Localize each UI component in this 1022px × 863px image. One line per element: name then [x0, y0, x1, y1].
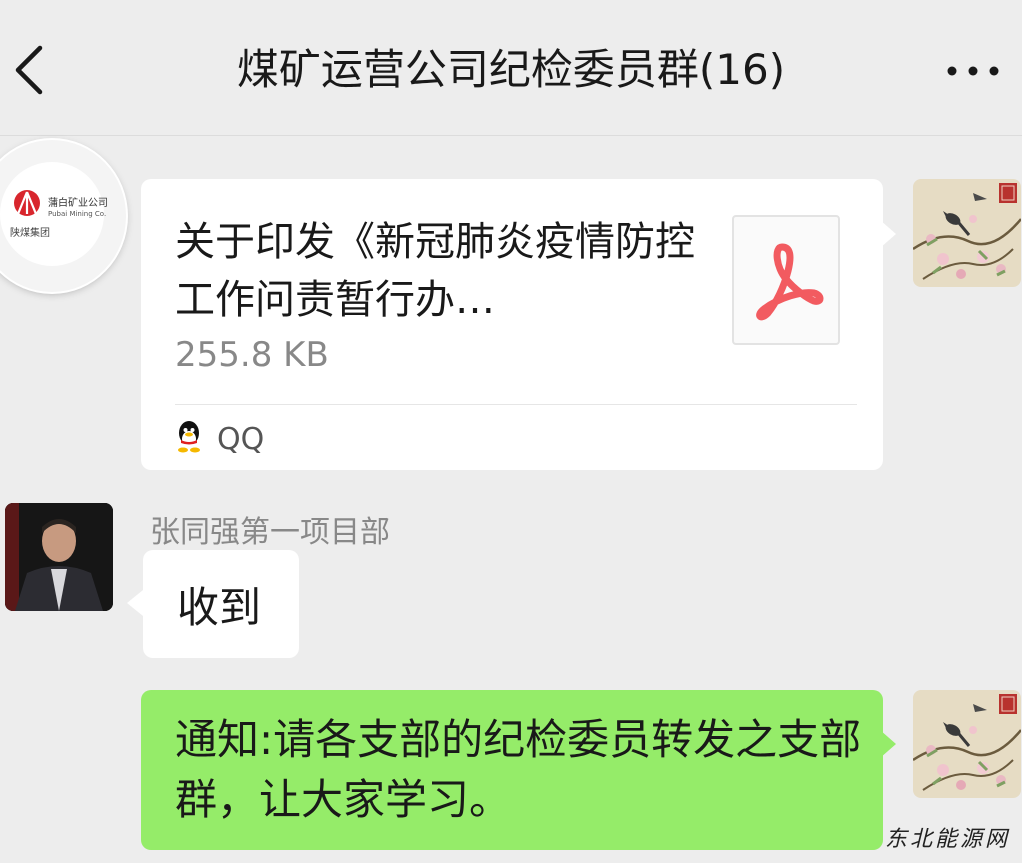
more-dots-icon — [947, 66, 999, 76]
more-button[interactable] — [942, 46, 1004, 96]
sender-name: 张同强第一项目部 — [150, 515, 390, 550]
message-text: 通知:请各支部的纪检委员转发之支部群，让大家学习。 — [175, 715, 862, 824]
self-avatar[interactable] — [913, 179, 1021, 287]
message-text: 收到 — [177, 583, 262, 632]
chat-title: 煤矿运营公司纪检委员群(16) — [236, 45, 786, 94]
company-logo-icon — [14, 190, 40, 216]
bubble-tail — [880, 220, 896, 248]
logo-name-cn: 蒲白矿业公司 — [48, 198, 108, 209]
file-size: 255.8 KB — [175, 335, 329, 375]
logo-name-en: Pubai Mining Co. — [48, 210, 107, 218]
sender-avatar[interactable] — [5, 503, 113, 611]
company-logo-avatar[interactable]: 陕煤集团 蒲白矿业公司 Pubai Mining Co. — [0, 140, 126, 292]
card-divider — [175, 404, 857, 405]
source-app-label: QQ — [217, 422, 265, 457]
bubble-tail — [880, 730, 896, 758]
bubble-tail — [127, 590, 143, 616]
self-avatar[interactable] — [913, 690, 1021, 798]
bird-painting-avatar-icon — [913, 179, 1021, 287]
sent-message-bubble[interactable]: 通知:请各支部的纪检委员转发之支部群，让大家学习。 — [141, 690, 883, 850]
file-message-card[interactable]: 关于印发《新冠肺炎疫情防控工作问责暂行办… 255.8 KB QQ — [141, 179, 883, 470]
received-message-bubble[interactable]: 收到 — [143, 550, 299, 658]
file-name: 关于印发《新冠肺炎疫情防控工作问责暂行办… — [175, 219, 695, 323]
file-thumbnail — [732, 215, 840, 345]
logo-group-text: 陕煤集团 — [10, 228, 50, 239]
pdf-icon — [756, 243, 824, 321]
logo-badge: 陕煤集团 蒲白矿业公司 Pubai Mining Co. — [0, 162, 108, 266]
top-bar: 煤矿运营公司纪检委员群(16) — [0, 0, 1022, 136]
watermark: 东北能源网 — [884, 827, 1010, 852]
person-photo-avatar-icon — [5, 503, 113, 611]
bird-painting-avatar-icon — [913, 690, 1021, 798]
qq-penguin-icon — [178, 421, 200, 453]
